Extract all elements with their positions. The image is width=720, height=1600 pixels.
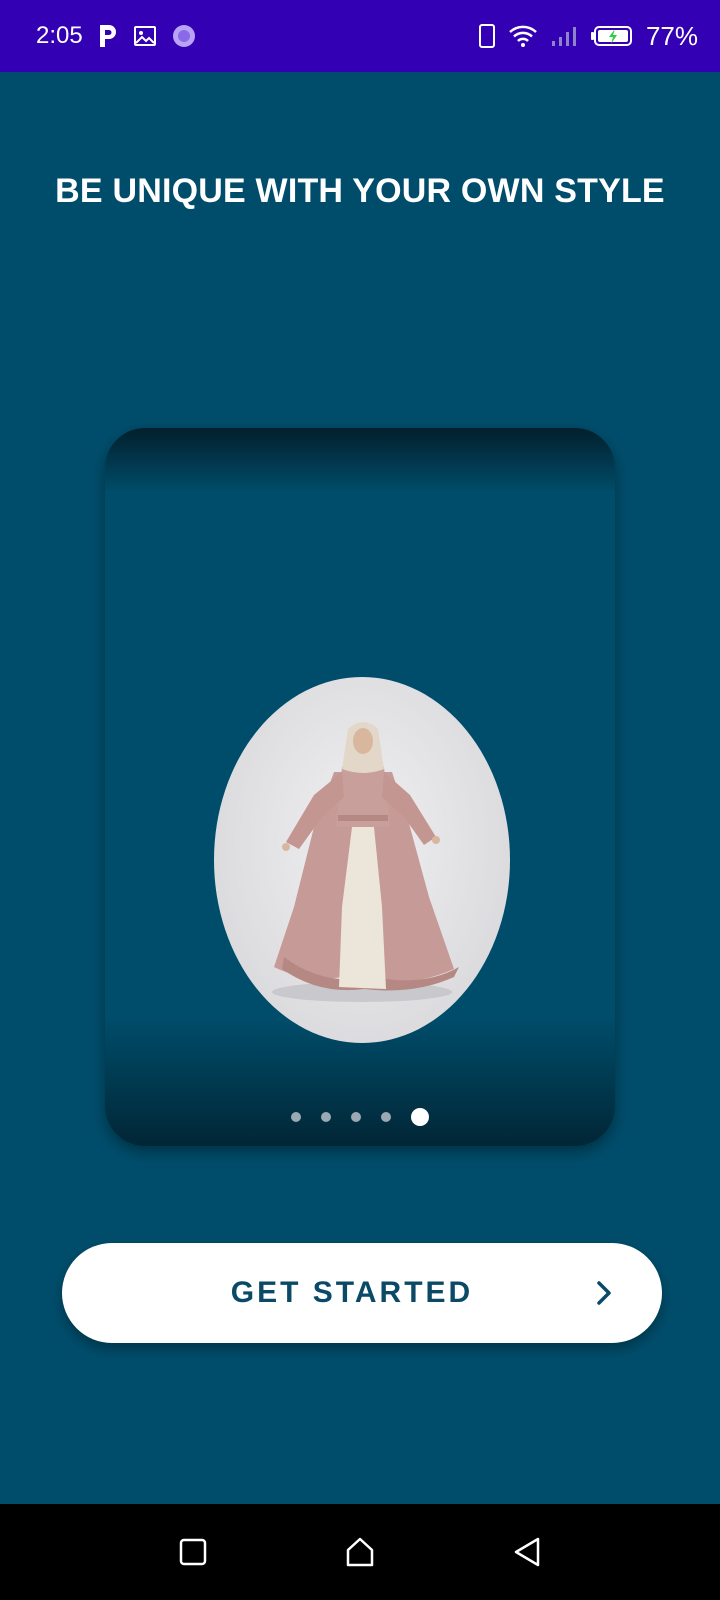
chevron-right-icon [588,1277,620,1309]
battery-charging-icon [590,24,634,48]
get-started-button[interactable]: GET STARTED [62,1243,662,1343]
phone-icon [478,23,496,49]
recents-icon [180,1538,207,1566]
back-icon [514,1537,539,1567]
system-nav-bar [0,1504,720,1600]
status-right: 77% [478,21,698,52]
page-dot-4[interactable] [381,1112,391,1122]
status-time: 2:05 [36,22,83,49]
battery-percent: 77% [645,20,698,51]
page-dot-5-active[interactable] [411,1108,429,1126]
wifi-icon [508,23,538,49]
app-badge-icon [171,23,197,49]
signal-icon [550,24,578,48]
home-button[interactable] [340,1532,380,1572]
gallery-icon [133,24,157,48]
onboarding-carousel-card[interactable] [105,428,615,1146]
page-indicator [105,1108,615,1126]
status-left: 2:05 [36,22,197,50]
back-button[interactable] [507,1532,547,1572]
parking-app-icon [97,23,119,49]
onboarding-screen: BE UNIQUE WITH YOUR OWN STYLE GET STARTE… [0,72,720,1504]
status-bar: 2:05 77% [0,0,720,72]
recents-button[interactable] [173,1532,213,1572]
page-dot-1[interactable] [291,1112,301,1122]
get-started-label: GET STARTED [230,1276,474,1309]
home-icon [346,1537,374,1567]
woman-in-abaya-photo [214,677,510,1043]
page-dot-2[interactable] [321,1112,331,1122]
onboarding-headline: BE UNIQUE WITH YOUR OWN STYLE [55,172,665,210]
page-dot-3[interactable] [351,1112,361,1122]
